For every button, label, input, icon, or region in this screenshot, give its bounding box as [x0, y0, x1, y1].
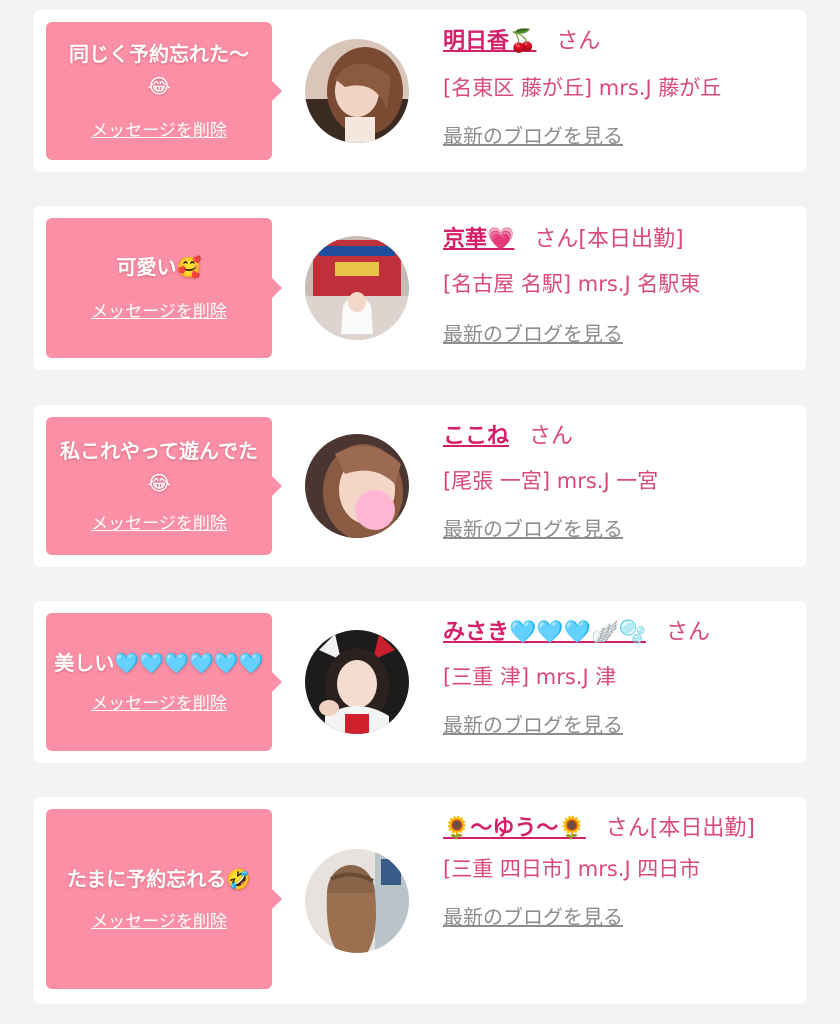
message-bubble: 美しい🩵🩵🩵🩵🩵🩵 メッセージを削除 — [46, 613, 282, 751]
name-suffix: さん[本日出勤] — [534, 227, 684, 252]
delete-message-link[interactable]: メッセージを削除 — [91, 116, 227, 141]
message-card: 私これやって遊んでた😂 メッセージを削除 ここね さん [尾張 一宮] mrs.J… — [34, 405, 806, 567]
girl-info: 明日香🍒 さん [名東区 藤が丘] mrs.J 藤が丘 最新のブログを見る — [443, 22, 798, 150]
delete-message-link[interactable]: メッセージを削除 — [91, 297, 227, 322]
message-bubble: 私これやって遊んでた😂 メッセージを削除 — [46, 417, 282, 555]
name-suffix: さん — [556, 29, 601, 54]
shop-area: [三重 津] mrs.J 津 — [443, 665, 617, 689]
avatar[interactable] — [305, 849, 409, 953]
name-suffix: さん — [529, 424, 574, 449]
avatar-photo — [305, 849, 409, 953]
message-card: 可愛い🥰 メッセージを削除 京華💗 さん[本日出勤] [名古屋 名駅] mrs.J… — [34, 206, 806, 370]
girl-info: ここね さん [尾張 一宮] mrs.J 一宮 最新のブログを見る — [443, 417, 798, 543]
shop-area: [三重 四日市] mrs.J 四日市 — [443, 857, 701, 881]
avatar[interactable] — [305, 39, 409, 143]
girl-name-link[interactable]: 京華💗 — [443, 227, 514, 252]
girl-name-link[interactable]: 🌻〜ゆう〜🌻 — [443, 816, 586, 841]
message-text: 私これやって遊んでた😂 — [60, 438, 258, 495]
delete-message-link[interactable]: メッセージを削除 — [91, 907, 227, 932]
message-card: たまに予約忘れる🤣 メッセージを削除 🌻〜ゆう〜🌻 さん[本日出勤] [三重 四日… — [34, 797, 806, 1004]
message-card: 美しい🩵🩵🩵🩵🩵🩵 メッセージを削除 みさき🩵🩵🩵🪽🫧 さん [三重 津] mrs… — [34, 601, 806, 763]
latest-blog-link[interactable]: 最新のブログを見る — [443, 320, 623, 348]
message-card: 同じく予約忘れた〜😂 メッセージを削除 明日香🍒 さん [名東区 藤が丘] mrs… — [34, 10, 806, 172]
message-bubble: たまに予約忘れる🤣 メッセージを削除 — [46, 809, 282, 989]
latest-blog-link[interactable]: 最新のブログを見る — [443, 903, 623, 931]
shop-area: [名古屋 名駅] mrs.J 名駅東 — [443, 272, 701, 296]
message-text: 可愛い🥰 — [116, 254, 202, 279]
delete-message-link[interactable]: メッセージを削除 — [91, 509, 227, 534]
avatar[interactable] — [305, 434, 409, 538]
girl-info: 京華💗 さん[本日出勤] [名古屋 名駅] mrs.J 名駅東 最新のブログを見る — [443, 220, 798, 348]
delete-message-link[interactable]: メッセージを削除 — [91, 689, 227, 714]
girl-name-link[interactable]: 明日香🍒 — [443, 29, 536, 54]
message-bubble: 可愛い🥰 メッセージを削除 — [46, 218, 282, 358]
message-text: 美しい🩵🩵🩵🩵🩵🩵 — [54, 650, 264, 675]
name-suffix: さん[本日出勤] — [605, 816, 755, 841]
latest-blog-link[interactable]: 最新のブログを見る — [443, 711, 623, 739]
name-suffix: さん — [665, 620, 710, 645]
latest-blog-link[interactable]: 最新のブログを見る — [443, 515, 623, 543]
avatar-photo — [305, 236, 409, 340]
avatar-photo — [305, 39, 409, 143]
avatar[interactable] — [305, 236, 409, 340]
avatar-photo — [305, 630, 409, 734]
girl-info: 🌻〜ゆう〜🌻 さん[本日出勤] [三重 四日市] mrs.J 四日市 最新のブログ… — [443, 809, 798, 931]
message-text: たまに予約忘れる🤣 — [66, 866, 252, 891]
shop-area: [名東区 藤が丘] mrs.J 藤が丘 — [443, 76, 722, 100]
avatar[interactable] — [305, 630, 409, 734]
avatar-photo — [305, 434, 409, 538]
message-text: 同じく予約忘れた〜😂 — [69, 41, 249, 98]
girl-name-link[interactable]: みさき🩵🩵🩵🪽🫧 — [443, 620, 646, 645]
message-bubble: 同じく予約忘れた〜😂 メッセージを削除 — [46, 22, 282, 160]
shop-area: [尾張 一宮] mrs.J 一宮 — [443, 469, 659, 493]
girl-name-link[interactable]: ここね — [443, 424, 509, 449]
latest-blog-link[interactable]: 最新のブログを見る — [443, 122, 623, 150]
girl-info: みさき🩵🩵🩵🪽🫧 さん [三重 津] mrs.J 津 最新のブログを見る — [443, 613, 798, 739]
